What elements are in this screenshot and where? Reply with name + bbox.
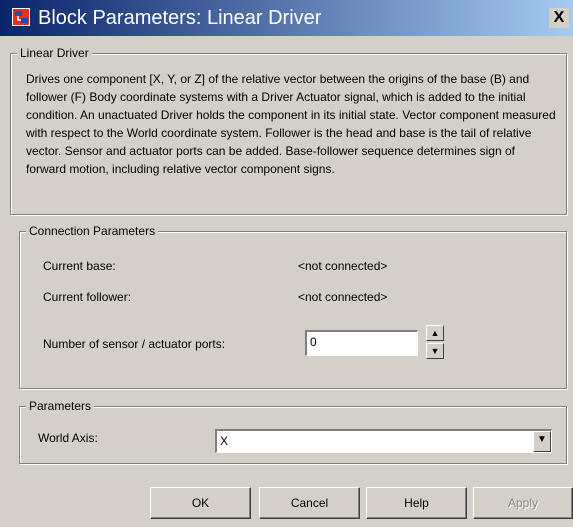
window-title: Block Parameters: Linear Driver <box>38 7 322 29</box>
ports-label: Number of sensor / actuator ports: <box>43 337 226 351</box>
spin-up-button[interactable]: ▲ <box>426 325 444 341</box>
world-axis-value: X <box>220 434 229 448</box>
current-follower-label: Current follower: <box>43 290 132 304</box>
help-button[interactable]: Help <box>366 487 467 519</box>
apply-button[interactable]: Apply <box>473 487 573 519</box>
ok-button[interactable]: OK <box>150 487 251 519</box>
title-bar: Block Parameters: Linear Driver X <box>0 0 573 36</box>
current-base-value: <not connected> <box>298 259 388 273</box>
simulink-block-icon <box>12 8 30 26</box>
close-button[interactable]: X <box>549 8 569 28</box>
dropdown-arrow-icon[interactable]: ▼ <box>533 431 551 452</box>
cancel-button[interactable]: Cancel <box>259 487 360 519</box>
world-axis-dropdown[interactable]: X ▼ <box>215 429 552 453</box>
connection-parameters-group: Connection Parameters Current base: <not… <box>19 224 567 389</box>
description-group: Linear Driver Drives one component [X, Y… <box>10 46 567 215</box>
world-axis-label: World Axis: <box>38 431 98 445</box>
parameters-title: Parameters <box>26 399 95 413</box>
connection-parameters-title: Connection Parameters <box>26 224 159 238</box>
block-description: Drives one component [X, Y, or Z] of the… <box>26 72 556 176</box>
current-base-label: Current base: <box>43 259 116 273</box>
current-follower-value: <not connected> <box>298 290 388 304</box>
parameters-group: Parameters World Axis: X ▼ <box>19 399 567 464</box>
spin-down-button[interactable]: ▼ <box>426 343 444 359</box>
ports-input[interactable]: 0 <box>305 330 418 356</box>
description-group-title: Linear Driver <box>17 46 92 60</box>
